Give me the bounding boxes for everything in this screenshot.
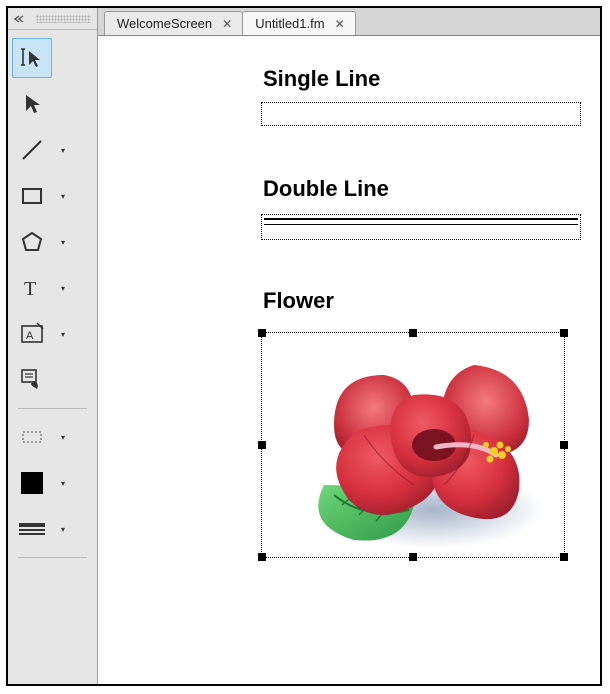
rectangle-tool-options[interactable]: ▾ [54, 176, 72, 216]
polygon-tool-options[interactable]: ▾ [54, 222, 72, 262]
line-style-swatch[interactable] [12, 509, 52, 549]
document-canvas[interactable]: Single Line Double Line Flower [98, 36, 600, 684]
tool-separator [18, 408, 87, 409]
text-frame-tool[interactable]: A [12, 314, 52, 354]
app-frame: ▾ ▾ ▾ T ▾ [6, 6, 602, 686]
heading-flower: Flower [263, 288, 334, 314]
toolbox-header [8, 8, 97, 30]
fill-swatch[interactable] [12, 463, 52, 503]
tab-label: WelcomeScreen [117, 16, 212, 31]
heading-double-line: Double Line [263, 176, 389, 202]
marquee-tool[interactable] [12, 417, 52, 457]
single-line-frame[interactable] [261, 102, 581, 126]
marquee-tool-options[interactable]: ▾ [54, 417, 72, 457]
line-tool-options[interactable]: ▾ [54, 130, 72, 170]
close-icon[interactable]: ✕ [335, 18, 345, 30]
flower-selection[interactable] [261, 332, 565, 558]
tool-separator-2 [18, 557, 87, 558]
fill-swatch-options[interactable]: ▾ [54, 463, 72, 503]
toolbox-panel: ▾ ▾ ▾ T ▾ [8, 8, 98, 684]
text-tool[interactable]: T [12, 268, 52, 308]
hotspot-tool[interactable] [12, 360, 52, 400]
tab-untitled[interactable]: Untitled1.fm ✕ [242, 11, 355, 35]
svg-text:T: T [24, 278, 36, 300]
panel-gripper[interactable] [36, 15, 91, 23]
line-style-options[interactable]: ▾ [54, 509, 72, 549]
polygon-tool[interactable] [12, 222, 52, 262]
close-icon[interactable]: ✕ [222, 18, 232, 30]
top-area: ▾ ▾ ▾ T ▾ [8, 8, 600, 684]
flower-image [264, 335, 564, 555]
smart-select-tool[interactable] [12, 38, 52, 78]
line-tool[interactable] [12, 130, 52, 170]
tab-label: Untitled1.fm [255, 16, 324, 31]
heading-single-line: Single Line [263, 66, 380, 92]
svg-text:A: A [26, 330, 34, 342]
document-tabbar: WelcomeScreen ✕ Untitled1.fm ✕ [98, 8, 600, 36]
workspace: WelcomeScreen ✕ Untitled1.fm ✕ Single Li… [98, 8, 600, 684]
select-tool[interactable] [12, 84, 52, 124]
tool-list: ▾ ▾ ▾ T ▾ [8, 30, 97, 568]
double-line-frame[interactable] [261, 214, 581, 240]
tab-welcome[interactable]: WelcomeScreen ✕ [104, 11, 243, 35]
text-frame-tool-options[interactable]: ▾ [54, 314, 72, 354]
rectangle-tool[interactable] [12, 176, 52, 216]
text-tool-options[interactable]: ▾ [54, 268, 72, 308]
collapse-panel-button[interactable] [8, 9, 30, 29]
